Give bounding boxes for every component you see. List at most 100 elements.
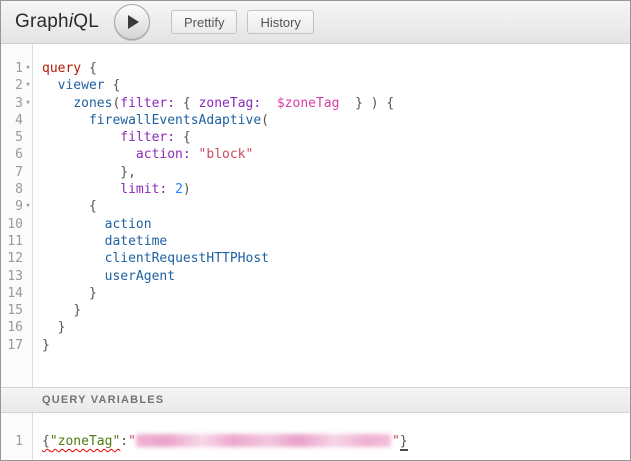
code-line[interactable]: 13 userAgent (1, 268, 630, 285)
logo-text-post: QL (73, 11, 99, 33)
code-text: action: "block" (33, 146, 253, 163)
gutter-cell: 13 (1, 268, 33, 285)
line-number: 17 (1, 337, 23, 354)
line-number: 7 (1, 164, 23, 181)
code-line[interactable]: 1{"zoneTag":""} (1, 433, 630, 450)
fold-arrow-icon[interactable]: ▾ (23, 95, 33, 112)
code-text: }, (33, 164, 136, 181)
gutter-cell: 16 (1, 319, 33, 336)
fold-spacer (23, 216, 33, 233)
fold-spacer (23, 146, 33, 163)
line-number: 6 (1, 146, 23, 163)
gutter-cell: 1 (1, 433, 33, 450)
line-number: 13 (1, 268, 23, 285)
history-button[interactable]: History (247, 10, 313, 34)
code-text: { (33, 198, 97, 215)
code-text: datetime (33, 233, 167, 250)
code-line[interactable]: 8 limit: 2) (1, 181, 630, 198)
execute-query-button[interactable] (114, 4, 150, 40)
code-text: clientRequestHTTPHost (33, 250, 269, 267)
code-text: } (33, 285, 97, 302)
fold-spacer (23, 337, 33, 354)
line-number: 8 (1, 181, 23, 198)
code-line[interactable]: 5 filter: { (1, 129, 630, 146)
code-text: filter: { (33, 129, 191, 146)
fold-spacer (23, 433, 33, 450)
gutter-cell: 3▾ (1, 95, 33, 112)
code-line[interactable]: 14 } (1, 285, 630, 302)
code-line[interactable]: 6 action: "block" (1, 146, 630, 163)
query-variables-header: QUERY VARIABLES (1, 387, 630, 413)
gutter-cell: 9▾ (1, 198, 33, 215)
fold-spacer (23, 129, 33, 146)
code-text: viewer { (33, 77, 120, 94)
graphiql-logo: GraphiQL (15, 11, 99, 33)
code-text: zones(filter: { zoneTag: $zoneTag } ) { (33, 95, 394, 112)
code-line[interactable]: 3▾ zones(filter: { zoneTag: $zoneTag } )… (1, 95, 630, 112)
code-line[interactable]: 11 datetime (1, 233, 630, 250)
line-number: 14 (1, 285, 23, 302)
line-number: 2 (1, 77, 23, 94)
code-line[interactable]: 17} (1, 337, 630, 354)
line-number: 1 (1, 433, 23, 450)
line-number: 9 (1, 198, 23, 215)
gutter-cell: 4 (1, 112, 33, 129)
gutter-cell: 10 (1, 216, 33, 233)
line-number: 10 (1, 216, 23, 233)
fold-spacer (23, 112, 33, 129)
code-text: } (33, 319, 65, 336)
fold-arrow-icon[interactable]: ▾ (23, 198, 33, 215)
gutter-cell: 15 (1, 302, 33, 319)
fold-spacer (23, 319, 33, 336)
line-number: 3 (1, 95, 23, 112)
fold-spacer (23, 181, 33, 198)
line-number: 16 (1, 319, 23, 336)
graphiql-window: GraphiQL Prettify History 1▾query {2▾ vi… (0, 0, 631, 461)
query-editor[interactable]: 1▾query {2▾ viewer {3▾ zones(filter: { z… (1, 44, 630, 387)
gutter-cell: 17 (1, 337, 33, 354)
logo-text-pre: Graph (15, 11, 69, 33)
fold-spacer (23, 164, 33, 181)
line-number: 5 (1, 129, 23, 146)
gutter-cell: 7 (1, 164, 33, 181)
code-line[interactable]: 12 clientRequestHTTPHost (1, 250, 630, 267)
fold-arrow-icon[interactable]: ▾ (23, 60, 33, 77)
fold-spacer (23, 302, 33, 319)
line-number: 12 (1, 250, 23, 267)
code-text: firewallEventsAdaptive( (33, 112, 269, 129)
code-line[interactable]: 1▾query { (1, 60, 630, 77)
code-line[interactable]: 4 firewallEventsAdaptive( (1, 112, 630, 129)
fold-arrow-icon[interactable]: ▾ (23, 77, 33, 94)
gutter-cell: 11 (1, 233, 33, 250)
gutter-cell: 14 (1, 285, 33, 302)
gutter-cell: 5 (1, 129, 33, 146)
play-icon (128, 15, 139, 29)
code-text: } (33, 337, 50, 354)
line-number: 4 (1, 112, 23, 129)
gutter-cell: 1▾ (1, 60, 33, 77)
line-number: 11 (1, 233, 23, 250)
fold-spacer (23, 285, 33, 302)
variables-code-lines: 1{"zoneTag":""} (1, 413, 630, 450)
code-line[interactable]: 16 } (1, 319, 630, 336)
gutter-cell: 12 (1, 250, 33, 267)
fold-spacer (23, 250, 33, 267)
query-variables-editor[interactable]: 1{"zoneTag":""} (1, 413, 630, 460)
query-code-lines: 1▾query {2▾ viewer {3▾ zones(filter: { z… (1, 44, 630, 354)
code-line[interactable]: 15 } (1, 302, 630, 319)
code-text: query { (33, 60, 97, 77)
gutter-cell: 6 (1, 146, 33, 163)
code-text: userAgent (33, 268, 175, 285)
code-line[interactable]: 7 }, (1, 164, 630, 181)
code-text: action (33, 216, 152, 233)
line-number: 1 (1, 60, 23, 77)
query-variables-title: QUERY VARIABLES (42, 394, 164, 406)
code-line[interactable]: 2▾ viewer { (1, 77, 630, 94)
code-line[interactable]: 10 action (1, 216, 630, 233)
fold-spacer (23, 268, 33, 285)
fold-spacer (23, 233, 33, 250)
prettify-button[interactable]: Prettify (171, 10, 237, 34)
gutter-cell: 2▾ (1, 77, 33, 94)
code-line[interactable]: 9▾ { (1, 198, 630, 215)
code-text: } (33, 302, 81, 319)
